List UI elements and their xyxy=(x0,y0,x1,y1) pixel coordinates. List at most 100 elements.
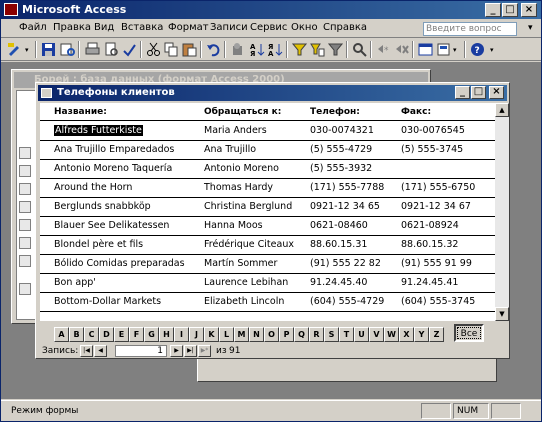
company-field[interactable]: Bólido Comidas preparadas xyxy=(54,258,185,269)
apply-filter-icon[interactable] xyxy=(327,42,344,57)
contact-field[interactable]: Antonio Moreno xyxy=(204,163,279,174)
table-row[interactable]: Alfreds Futterkiste Maria Anders 030-007… xyxy=(40,122,495,141)
all-letters-button[interactable]: Все xyxy=(454,324,484,342)
delete-record-icon[interactable] xyxy=(394,42,409,57)
letter-button[interactable]: Y xyxy=(414,327,429,342)
form-maximize-button[interactable]: □ xyxy=(471,86,486,99)
sort-descending-icon[interactable]: ЯA xyxy=(268,42,283,58)
phone-field[interactable]: 030-0074321 xyxy=(310,125,374,136)
view-design-icon[interactable] xyxy=(7,42,22,57)
help-question-input[interactable]: Введите вопрос xyxy=(423,22,517,36)
fax-field[interactable]: 91.24.45.41 xyxy=(401,277,458,288)
fax-field[interactable]: (171) 555-6750 xyxy=(401,182,475,193)
phone-field[interactable]: (5) 555-4729 xyxy=(310,144,372,155)
groups-object-icon[interactable] xyxy=(19,283,31,295)
letter-button[interactable]: W xyxy=(384,327,399,342)
letter-button[interactable]: G xyxy=(144,327,159,342)
help-icon[interactable]: ? xyxy=(470,42,485,57)
new-record-nav-icon[interactable]: ▶* xyxy=(198,345,211,357)
table-row[interactable]: Bólido Comidas preparadas Martín Sommer … xyxy=(40,255,495,274)
new-object-icon[interactable] xyxy=(436,42,451,57)
table-row[interactable]: Bottom-Dollar Markets Elizabeth Lincoln … xyxy=(40,293,495,312)
form-minimize-button[interactable]: _ xyxy=(455,86,470,99)
modules-object-icon[interactable] xyxy=(19,255,31,267)
company-field[interactable]: Bottom-Dollar Markets xyxy=(54,296,161,307)
table-row[interactable]: Blauer See Delikatessen Hanna Moos 0621-… xyxy=(40,217,495,236)
letter-button[interactable]: K xyxy=(204,327,219,342)
current-record-input[interactable]: 1 xyxy=(115,345,167,357)
filter-icon[interactable] xyxy=(291,42,308,57)
table-row[interactable]: Blondel père et fils Frédérique Citeaux … xyxy=(40,236,495,255)
contact-field[interactable]: Maria Anders xyxy=(204,125,267,136)
menu-records[interactable]: Записи xyxy=(210,22,248,33)
fax-field[interactable]: 88.60.15.32 xyxy=(401,239,458,250)
fax-field[interactable]: 030-0076545 xyxy=(401,125,465,136)
fax-field[interactable]: (91) 555 91 99 xyxy=(401,258,472,269)
paste-icon[interactable] xyxy=(182,42,197,57)
maximize-button[interactable]: □ xyxy=(502,3,518,17)
view-dropdown-icon[interactable]: ▾ xyxy=(25,46,29,54)
menu-view[interactable]: Вид xyxy=(94,22,114,33)
last-record-icon[interactable]: ▶| xyxy=(184,345,197,357)
menu-insert[interactable]: Вставка xyxy=(121,22,163,33)
close-button[interactable]: × xyxy=(521,3,537,17)
new-record-icon[interactable]: * xyxy=(376,42,391,57)
company-field[interactable]: Bon app' xyxy=(54,277,96,288)
contact-field[interactable]: Thomas Hardy xyxy=(204,182,273,193)
fax-field[interactable]: (604) 555-3745 xyxy=(401,296,475,307)
fax-field[interactable]: 0621-08924 xyxy=(401,220,459,231)
scroll-up-icon[interactable]: ▲ xyxy=(495,103,509,117)
reports-object-icon[interactable] xyxy=(19,201,31,213)
contact-field[interactable]: Hanna Moos xyxy=(204,220,263,231)
company-field[interactable]: Antonio Moreno Taquería xyxy=(54,163,172,174)
company-field[interactable]: Berglunds snabbköp xyxy=(54,201,151,212)
contact-field[interactable]: Elizabeth Lincoln xyxy=(204,296,284,307)
letter-button[interactable]: Z xyxy=(429,327,444,342)
first-record-icon[interactable]: |◀ xyxy=(80,345,93,357)
contact-field[interactable]: Frédérique Citeaux xyxy=(204,239,294,250)
letter-button[interactable]: R xyxy=(309,327,324,342)
forms-object-icon[interactable] xyxy=(19,183,31,195)
letter-button[interactable]: Q xyxy=(294,327,309,342)
letter-button[interactable]: B xyxy=(69,327,84,342)
find-icon[interactable] xyxy=(352,42,367,57)
form-window[interactable]: Телефоны клиентов _ □ × Название: Обраща… xyxy=(35,82,510,359)
fax-field[interactable]: 0921-12 34 67 xyxy=(401,201,471,212)
contact-field[interactable]: Ana Trujillo xyxy=(204,144,256,155)
contact-field[interactable]: Christina Berglund xyxy=(204,201,292,212)
contact-field[interactable]: Laurence Lebihan xyxy=(204,277,288,288)
table-row[interactable]: Antonio Moreno Taquería Antonio Moreno (… xyxy=(40,160,495,179)
company-field[interactable]: Blauer See Delikatessen xyxy=(54,220,169,231)
queries-object-icon[interactable] xyxy=(19,165,31,177)
menu-window[interactable]: Окно xyxy=(291,22,318,33)
letter-button[interactable]: S xyxy=(324,327,339,342)
print-preview-icon[interactable] xyxy=(104,42,119,57)
fax-field[interactable]: (5) 555-3745 xyxy=(401,144,463,155)
sort-ascending-icon[interactable]: AЯ xyxy=(250,42,265,58)
save-icon[interactable] xyxy=(41,42,56,57)
letter-button[interactable]: T xyxy=(339,327,354,342)
letter-button[interactable]: L xyxy=(219,327,234,342)
letter-button[interactable]: J xyxy=(189,327,204,342)
letter-button[interactable]: P xyxy=(279,327,294,342)
tables-object-icon[interactable] xyxy=(19,147,31,159)
help-dropdown-icon[interactable]: ▾ xyxy=(528,23,533,33)
letter-button[interactable]: E xyxy=(114,327,129,342)
letter-button[interactable]: H xyxy=(159,327,174,342)
macros-object-icon[interactable] xyxy=(19,237,31,249)
company-field[interactable]: Ana Trujillo Emparedados xyxy=(54,144,174,155)
cut-icon[interactable] xyxy=(146,42,161,57)
minimize-button[interactable]: _ xyxy=(485,3,501,17)
phone-field[interactable]: (604) 555-4729 xyxy=(310,296,384,307)
table-row[interactable]: Bon app' Laurence Lebihan 91.24.45.40 91… xyxy=(40,274,495,293)
letter-button[interactable]: D xyxy=(99,327,114,342)
undo-icon[interactable] xyxy=(206,42,221,57)
phone-field[interactable]: (171) 555-7788 xyxy=(310,182,384,193)
vertical-scrollbar[interactable]: ▲ ▼ xyxy=(495,103,509,321)
toolbar-options-icon[interactable]: ▾ xyxy=(490,46,494,54)
form-close-button[interactable]: × xyxy=(489,86,504,99)
next-record-icon[interactable]: ▶ xyxy=(170,345,183,357)
filter-by-form-icon[interactable] xyxy=(310,42,325,57)
letter-button[interactable]: X xyxy=(399,327,414,342)
scroll-down-icon[interactable]: ▼ xyxy=(495,307,509,321)
